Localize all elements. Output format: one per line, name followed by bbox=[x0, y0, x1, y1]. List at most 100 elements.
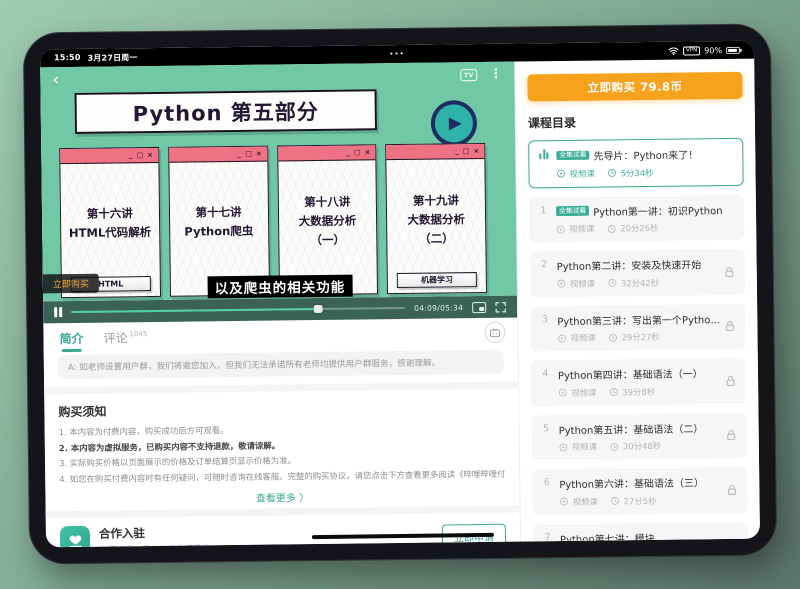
card-line: （一） bbox=[310, 231, 345, 247]
window-titlebar: _ □ × bbox=[386, 144, 484, 160]
lesson-item[interactable]: 6 Python第六讲：基础语法（三） 视频课 27分5秒 bbox=[532, 467, 748, 515]
lesson-duration: 27分5秒 bbox=[624, 494, 657, 506]
video-player[interactable]: ‹ TV ⋮ Python 第五部分 ▶ _ bbox=[40, 62, 517, 302]
lesson-title: 先导片：Python来了！ bbox=[593, 146, 698, 162]
card-button: 机器学习 bbox=[397, 272, 477, 288]
lesson-type: 视频课 bbox=[569, 223, 594, 235]
card-line: Python爬虫 bbox=[184, 223, 253, 240]
buy-now-tag[interactable]: 立即购买 bbox=[43, 274, 99, 294]
lesson-duration: 32分42秒 bbox=[621, 276, 659, 288]
lesson-type: 视频课 bbox=[569, 167, 594, 179]
buy-course-button[interactable]: 立即购买 79.8币 bbox=[527, 72, 742, 102]
window-minimize-icon: _ bbox=[455, 147, 459, 155]
lecture-card: _ □ × 第十八讲 大数据分析 （一） bbox=[277, 144, 379, 295]
lesson-number: 4 bbox=[540, 368, 551, 399]
video-type-icon bbox=[558, 388, 567, 397]
duration-clock-icon bbox=[609, 387, 618, 396]
card-line: 第十九讲 bbox=[413, 192, 459, 209]
video-type-icon bbox=[559, 497, 568, 506]
pip-icon[interactable] bbox=[472, 301, 486, 312]
lesson-item[interactable]: 1 全集试看 Python第一讲：初识Python 视频课 20分26秒 bbox=[529, 194, 745, 242]
lock-icon bbox=[723, 320, 736, 333]
wifi-icon bbox=[668, 46, 679, 55]
progress-fill bbox=[71, 308, 318, 314]
screen: 15:50 3月27日周一 ••• VPN 90% ‹ bbox=[40, 41, 760, 548]
lesson-title: Python第七讲：模块 bbox=[560, 529, 655, 541]
lesson-item[interactable]: 5 Python第五讲：基础语法（二） 视频课 30分48秒 bbox=[531, 412, 747, 460]
more-menu-icon[interactable]: ⋮ bbox=[489, 69, 502, 81]
lesson-item[interactable]: 4 Python第四讲：基础语法（一） 视频课 39分8秒 bbox=[531, 358, 747, 406]
lesson-type: 视频课 bbox=[572, 495, 597, 507]
card-line: （二） bbox=[419, 230, 454, 246]
card-line: 大数据分析 bbox=[299, 212, 357, 229]
battery-icon bbox=[726, 46, 740, 53]
window-restore-icon: □ bbox=[136, 151, 143, 159]
window-close-icon: × bbox=[473, 147, 479, 155]
play-button[interactable]: ▶ bbox=[431, 100, 478, 147]
card-line: 第十七讲 bbox=[196, 204, 242, 221]
lesson-type: 视频课 bbox=[572, 441, 597, 453]
play-icon: ▶ bbox=[449, 113, 462, 133]
tab-comments[interactable]: 评论 1045 bbox=[103, 329, 147, 347]
window-restore-icon: □ bbox=[463, 147, 470, 155]
window-titlebar: _ □ × bbox=[169, 147, 267, 163]
lesson-number: 2 bbox=[539, 259, 550, 290]
status-date: 3月27日周一 bbox=[87, 52, 137, 64]
lock-icon bbox=[725, 429, 738, 442]
cast-tv-icon[interactable]: TV bbox=[460, 69, 477, 81]
video-type-icon bbox=[559, 442, 568, 451]
lesson-duration: 39分8秒 bbox=[622, 385, 655, 397]
trial-badge: 全集试看 bbox=[556, 150, 589, 160]
tablet-frame: 15:50 3月27日周一 ••• VPN 90% ‹ bbox=[23, 23, 777, 564]
card-line: HTML代码解析 bbox=[69, 224, 151, 241]
lecture-card: _ □ × 第十九讲 大数据分析 （二） 机器学习 bbox=[385, 143, 487, 294]
lesson-duration: 29分27秒 bbox=[622, 331, 660, 343]
battery-percent: 90% bbox=[704, 46, 722, 55]
partner-heart-hand-icon bbox=[60, 526, 90, 547]
duration-clock-icon bbox=[607, 224, 616, 233]
duration-clock-icon bbox=[608, 278, 617, 287]
lesson-number: 6 bbox=[541, 477, 552, 508]
view-more-link[interactable]: 查看更多 〉 bbox=[59, 487, 505, 507]
video-type-icon bbox=[556, 169, 565, 178]
qa-notice: A: 如老师设置用户群，我们将邀您加入，但我们无法承诺所有老师均提供用户群服务，… bbox=[58, 350, 504, 379]
catalog-title: 课程目录 bbox=[528, 112, 743, 132]
window-minimize-icon: _ bbox=[129, 151, 133, 159]
lesson-type: 视频课 bbox=[570, 332, 595, 344]
window-close-icon: × bbox=[147, 151, 153, 159]
window-titlebar: _ □ × bbox=[278, 145, 376, 161]
lesson-title: Python第五讲：基础语法（二） bbox=[559, 420, 704, 437]
lesson-item[interactable]: 2 Python第二讲：安装及快速开始 视频课 32分42秒 bbox=[529, 249, 745, 297]
video-type-icon bbox=[557, 279, 566, 288]
pause-icon[interactable] bbox=[54, 307, 62, 317]
lesson-number: 5 bbox=[541, 423, 552, 454]
lesson-item[interactable]: 7 Python第七讲：模块 视频课 33分30秒 bbox=[533, 521, 749, 541]
tab-intro[interactable]: 简介 bbox=[57, 323, 85, 352]
progress-knob[interactable] bbox=[314, 305, 323, 313]
progress-bar[interactable] bbox=[71, 307, 405, 314]
lesson-title: Python第二讲：安装及快速开始 bbox=[557, 256, 702, 273]
video-title-banner: Python 第五部分 bbox=[75, 89, 377, 134]
fullscreen-icon[interactable] bbox=[495, 301, 506, 312]
lesson-type: 视频课 bbox=[570, 277, 595, 289]
window-close-icon: × bbox=[256, 150, 262, 158]
lesson-title: Python第四讲：基础语法（一） bbox=[558, 365, 703, 382]
lock-icon bbox=[723, 265, 736, 278]
video-subtitle: 以及爬虫的相关功能 bbox=[208, 275, 353, 299]
lesson-item-active[interactable]: 全集试看 先导片：Python来了！ 视频课 5分34秒 bbox=[528, 138, 744, 188]
card-line: 第十八讲 bbox=[304, 193, 350, 210]
lesson-item[interactable]: 3 Python第三讲：写出第一个Python程序 视频课 29分27秒 bbox=[530, 303, 746, 351]
lesson-title: Python第一讲：初识Python bbox=[593, 202, 723, 219]
window-titlebar: _ □ × bbox=[60, 148, 158, 164]
trial-badge: 全集试看 bbox=[556, 206, 589, 216]
multitask-dots-icon: ••• bbox=[389, 50, 404, 58]
window-minimize-icon: _ bbox=[346, 149, 350, 157]
duration-clock-icon bbox=[610, 442, 619, 451]
purchase-notes-title: 购买须知 bbox=[58, 398, 504, 420]
comments-count: 1045 bbox=[129, 330, 147, 338]
video-type-icon bbox=[557, 333, 566, 342]
duration-clock-icon bbox=[609, 333, 618, 342]
lesson-list: 全集试看 先导片：Python来了！ 视频课 5分34秒 bbox=[528, 138, 749, 542]
customer-service-button[interactable] bbox=[484, 322, 505, 343]
back-button[interactable]: ‹ bbox=[52, 71, 59, 89]
